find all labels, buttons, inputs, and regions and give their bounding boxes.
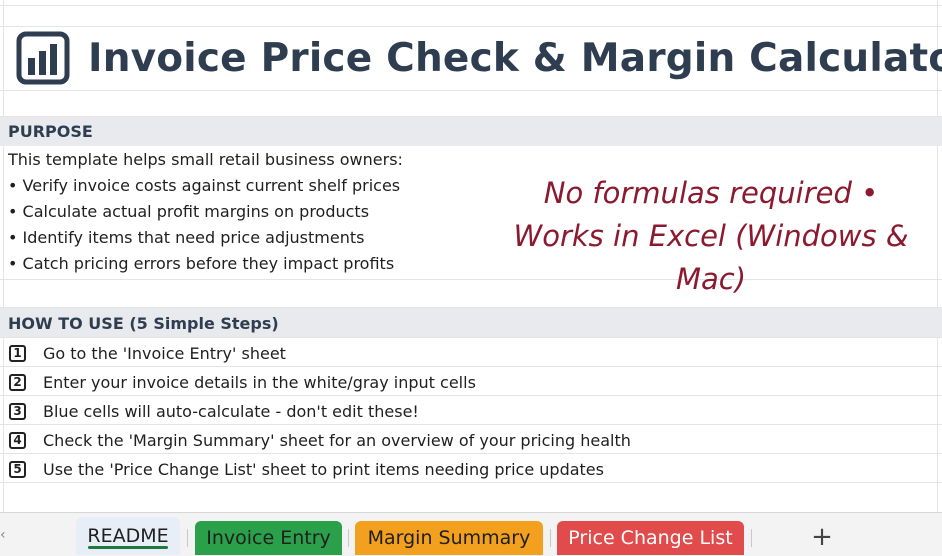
step-item: 2 Enter your invoice details in the whit… [9, 371, 476, 393]
note-line: Mac) [675, 262, 747, 296]
note-line: No formulas required • [543, 176, 879, 210]
step-text: Go to the 'Invoice Entry' sheet [43, 343, 286, 363]
purpose-bullet: • Identify items that need price adjustm… [8, 228, 365, 247]
compatibility-note: No formulas required • Works in Excel (W… [505, 172, 917, 301]
note-line: Works in Excel (Windows & [513, 219, 909, 253]
active-tab-indicator [88, 546, 168, 549]
tab-label: Price Change List [568, 527, 733, 549]
row-line [0, 424, 942, 425]
step-text: Check the 'Margin Summary' sheet for an … [43, 430, 631, 450]
tab-divider [348, 529, 349, 547]
step-number-icon: 2 [9, 373, 26, 391]
tab-readme[interactable]: README [76, 517, 180, 555]
step-item: 1 Go to the 'Invoice Entry' sheet [9, 342, 286, 364]
step-item: 3 Blue cells will auto-calculate - don't… [9, 400, 419, 422]
row-line [0, 482, 942, 483]
row-line [0, 5, 942, 6]
step-text: Blue cells will auto-calculate - don't e… [43, 401, 419, 421]
add-sheet-button[interactable]: + [808, 523, 836, 551]
tab-label: README [87, 525, 169, 547]
bar-chart-icon [16, 31, 70, 85]
tab-divider [550, 529, 551, 547]
purpose-bullet: • Calculate actual profit margins on pro… [8, 202, 370, 221]
tab-divider [187, 529, 188, 547]
purpose-bullet: • Catch pricing errors before they impac… [8, 254, 395, 273]
purpose-intro: This template helps small retail busines… [8, 150, 403, 169]
tab-divider [751, 529, 752, 547]
tab-invoice-entry[interactable]: Invoice Entry [195, 521, 342, 555]
tab-price-change-list[interactable]: Price Change List [557, 521, 744, 555]
step-number-icon: 5 [9, 460, 26, 478]
step-text: Enter your invoice details in the white/… [43, 372, 476, 392]
sheet-tab-bar: ‹ README Invoice Entry Margin Summary Pr… [0, 512, 942, 556]
row-line [0, 366, 942, 367]
how-to-heading: HOW TO USE (5 Simple Steps) [8, 314, 279, 333]
step-number-icon: 1 [9, 344, 26, 362]
step-text: Use the 'Price Change List' sheet to pri… [43, 459, 604, 479]
row-line [0, 26, 942, 27]
row-line [0, 395, 942, 396]
purpose-bullet: • Verify invoice costs against current s… [8, 176, 401, 195]
tab-margin-summary[interactable]: Margin Summary [355, 521, 543, 555]
gridline [3, 0, 4, 512]
row-line [0, 453, 942, 454]
step-number-icon: 4 [9, 431, 26, 449]
worksheet[interactable]: Invoice Price Check & Margin Calculator … [0, 0, 942, 512]
purpose-heading: PURPOSE [8, 122, 93, 141]
purpose-band [0, 117, 942, 146]
page-title: Invoice Price Check & Margin Calculator [88, 35, 942, 81]
tab-label: Margin Summary [367, 527, 531, 549]
row-line [0, 90, 942, 91]
tab-label: Invoice Entry [206, 527, 331, 549]
step-number-icon: 3 [9, 402, 26, 420]
tab-scroll-left-icon[interactable]: ‹ [0, 527, 6, 547]
plus-icon: + [811, 522, 833, 552]
title-row: Invoice Price Check & Margin Calculator [16, 30, 942, 86]
step-item: 4 Check the 'Margin Summary' sheet for a… [9, 429, 631, 451]
step-item: 5 Use the 'Price Change List' sheet to p… [9, 458, 604, 480]
row-line [0, 337, 942, 338]
